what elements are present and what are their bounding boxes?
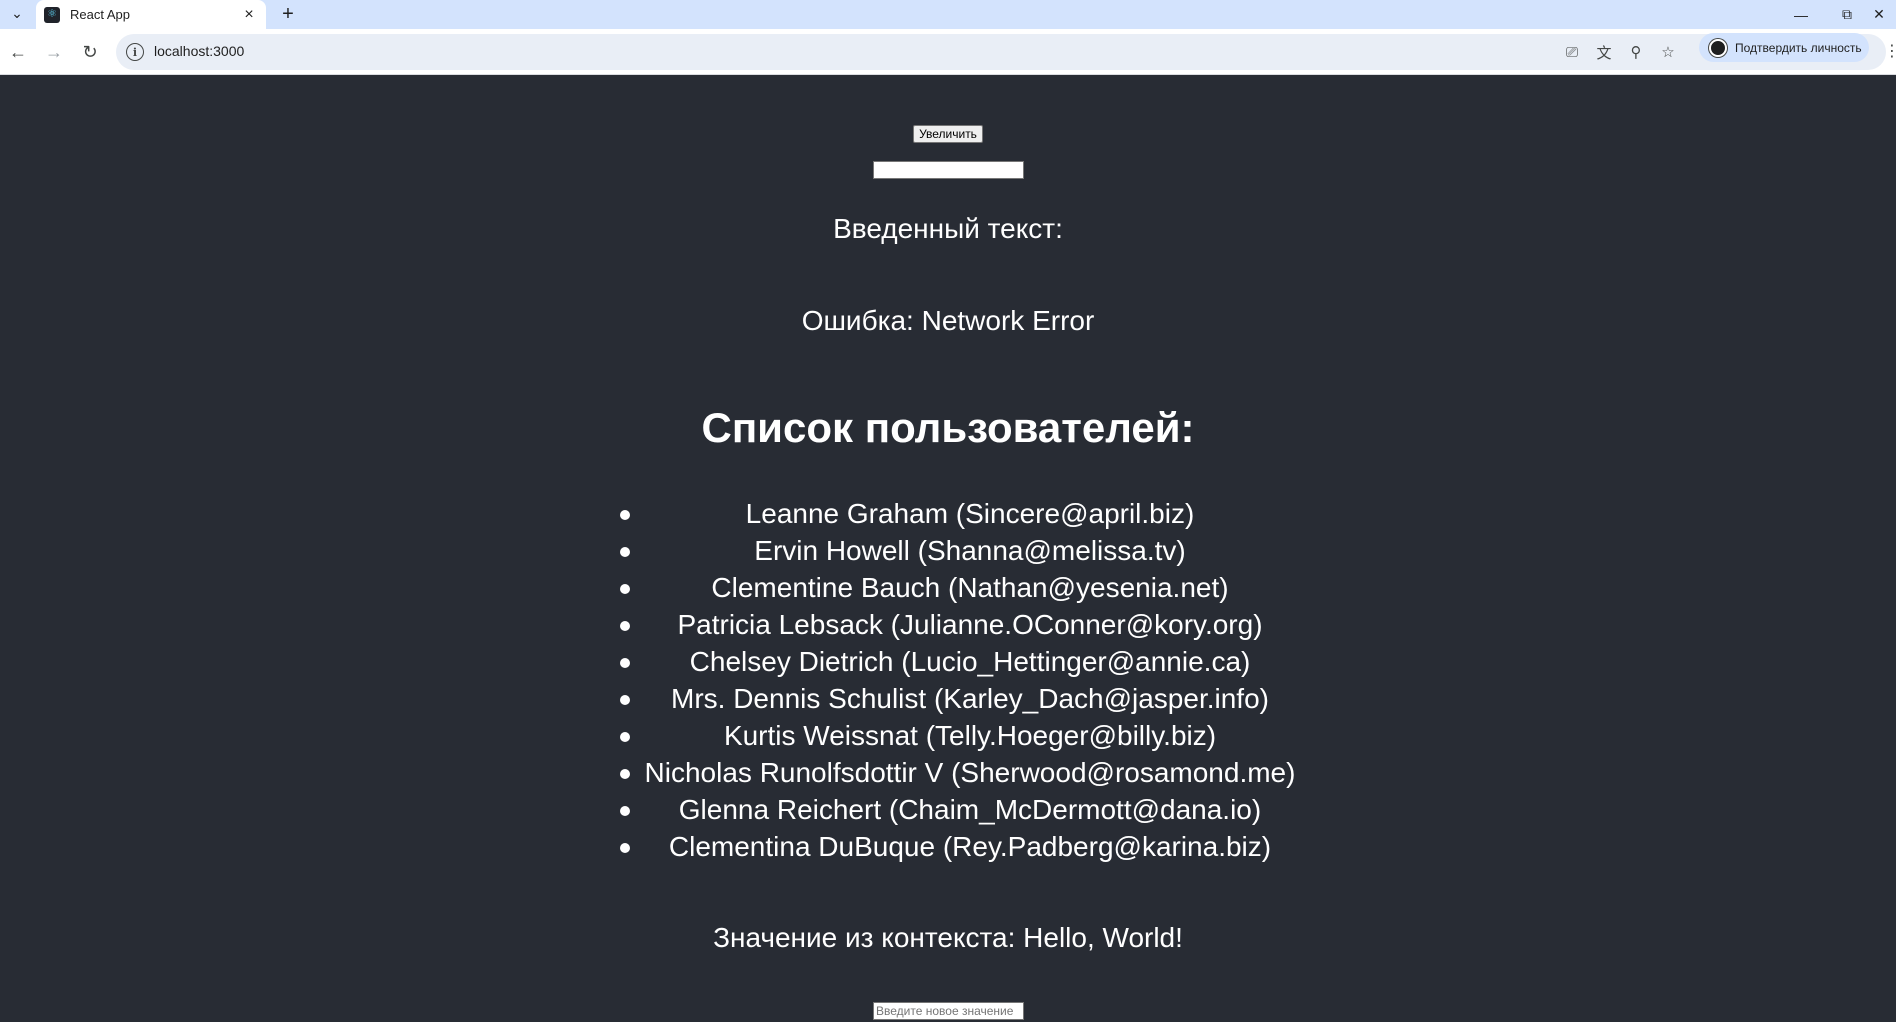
bullet-icon — [620, 732, 630, 742]
user-list-item: Kurtis Weissnat (Telly.Hoeger@billy.biz) — [620, 717, 1320, 754]
user-name-email: Patricia Lebsack (Julianne.OConner@kory.… — [677, 609, 1263, 640]
window-close-icon[interactable]: ✕ — [1862, 0, 1896, 29]
bullet-icon — [620, 695, 630, 705]
url-text[interactable]: localhost:3000 — [154, 43, 244, 59]
tab-search-chevron-icon[interactable]: ⌄ — [4, 2, 30, 24]
user-list-item: Leanne Graham (Sincere@april.biz) — [620, 495, 1320, 532]
back-arrow-icon[interactable]: ← — [4, 38, 32, 66]
react-favicon-icon: ⚛ — [44, 6, 60, 23]
zoom-icon[interactable]: ⚲ — [1624, 41, 1648, 63]
bullet-icon — [620, 547, 630, 557]
tab-react-app[interactable]: ⚛ React App × — [36, 0, 266, 29]
context-value-text: Значение из контекста: Hello, World! — [713, 922, 1183, 953]
user-name-email: Leanne Graham (Sincere@april.biz) — [745, 498, 1195, 529]
user-name-email: Ervin Howell (Shanna@melissa.tv) — [754, 535, 1186, 566]
user-list-item: Glenna Reichert (Chaim_McDermott@dana.io… — [620, 791, 1320, 828]
bullet-icon — [620, 769, 630, 779]
user-list-item: Nicholas Runolfsdottir V (Sherwood@rosam… — [620, 754, 1320, 791]
tab-close-icon[interactable]: × — [240, 6, 258, 24]
user-name-email: Glenna Reichert (Chaim_McDermott@dana.io… — [678, 794, 1262, 825]
user-name-email: Mrs. Dennis Schulist (Karley_Dach@jasper… — [671, 683, 1269, 714]
bookmark-star-icon[interactable]: ☆ — [1656, 41, 1680, 63]
user-name-email: Clementine Bauch (Nathan@yesenia.net) — [711, 572, 1229, 603]
increase-button[interactable]: Увеличить — [913, 125, 983, 143]
entered-text-label: Введенный текст: — [833, 213, 1063, 244]
user-list: Leanne Graham (Sincere@april.biz) Ervin … — [620, 495, 1320, 865]
user-name-email: Kurtis Weissnat (Telly.Hoeger@billy.biz) — [723, 720, 1217, 751]
context-value-input[interactable] — [873, 1002, 1024, 1020]
profile-chip[interactable]: Подтвердить личность — [1699, 33, 1869, 62]
error-message: Ошибка: Network Error — [801, 305, 1095, 336]
user-list-item: Mrs. Dennis Schulist (Karley_Dach@jasper… — [620, 680, 1320, 717]
user-name-email: Chelsey Dietrich (Lucio_Hettinger@annie.… — [689, 646, 1251, 677]
menu-dots-icon[interactable]: ⋮ — [1884, 41, 1896, 63]
tab-strip: ⌄ ⚛ React App × + — ⧉ ✕ — [0, 0, 1896, 29]
user-list-item: Clementine Bauch (Nathan@yesenia.net) — [620, 569, 1320, 606]
reload-icon[interactable]: ↻ — [76, 38, 104, 66]
site-info-icon[interactable]: i — [126, 43, 144, 61]
app-page: Увеличить Введенный текст: Ошибка: Netwo… — [0, 75, 1896, 1022]
bullet-icon — [620, 621, 630, 631]
bullet-icon — [620, 584, 630, 594]
profile-label: Подтвердить личность — [1735, 40, 1862, 55]
translate-icon[interactable]: 文 — [1592, 41, 1616, 63]
new-tab-plus-icon[interactable]: + — [276, 3, 300, 25]
address-bar[interactable]: i localhost:3000 ⎚ 文 ⚲ ☆ — [116, 34, 1886, 70]
avatar — [1709, 38, 1727, 57]
minimize-icon[interactable]: — — [1778, 0, 1824, 29]
users-heading: Список пользователей: — [701, 404, 1195, 451]
user-list-item: Chelsey Dietrich (Lucio_Hettinger@annie.… — [620, 643, 1320, 680]
tab-title: React App — [70, 7, 130, 22]
user-list-item: Ervin Howell (Shanna@melissa.tv) — [620, 532, 1320, 569]
user-list-item: Clementina DuBuque (Rey.Padberg@karina.b… — [620, 828, 1320, 865]
install-app-icon[interactable]: ⎚ — [1560, 41, 1584, 63]
user-name-email: Clementina DuBuque (Rey.Padberg@karina.b… — [668, 831, 1272, 862]
bullet-icon — [620, 510, 630, 520]
bullet-icon — [620, 658, 630, 668]
user-list-item: Patricia Lebsack (Julianne.OConner@kory.… — [620, 606, 1320, 643]
text-input[interactable] — [873, 161, 1024, 179]
forward-arrow-icon[interactable]: → — [40, 38, 68, 66]
user-name-email: Nicholas Runolfsdottir V (Sherwood@rosam… — [644, 757, 1296, 788]
browser-toolbar: ← → ↻ i localhost:3000 ⎚ 文 ⚲ ☆ Подтверди… — [0, 29, 1896, 75]
bullet-icon — [620, 843, 630, 853]
bullet-icon — [620, 806, 630, 816]
